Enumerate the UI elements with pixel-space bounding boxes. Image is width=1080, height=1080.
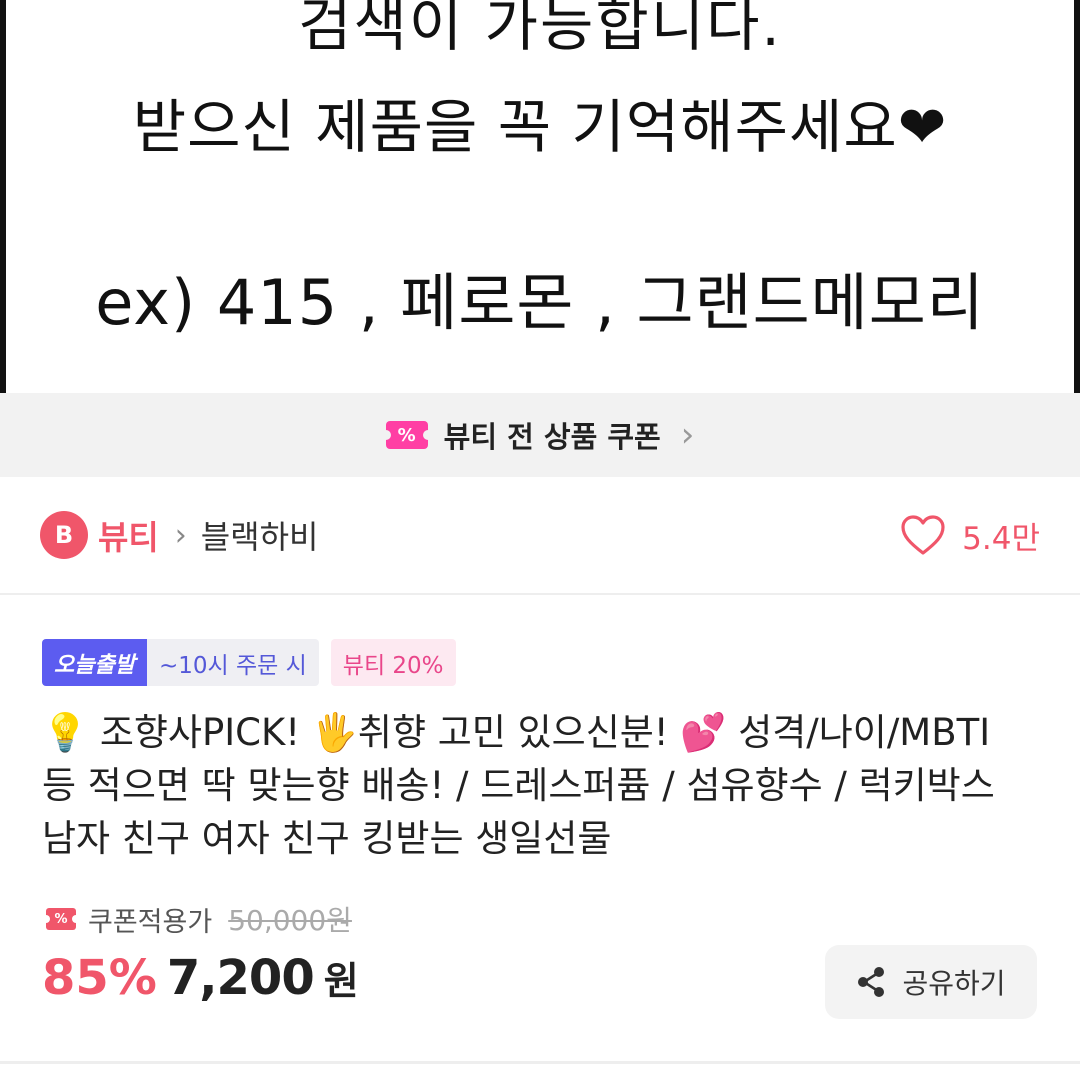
coupon-ticket-icon: % — [380, 421, 433, 449]
price-row: 85% 7,200 원 — [42, 950, 359, 1006]
like-button[interactable]: 5.4만 — [900, 513, 1040, 558]
product-image[interactable]: 검색이 가능합니다. 받으신 제품을 꼭 기억해주세요❤ ex) 415 , 페… — [0, 0, 1080, 393]
heart-icon — [901, 515, 945, 555]
share-icon — [858, 967, 885, 997]
image-text-line-2: 받으신 제품을 꼭 기억해주세요❤ — [132, 93, 948, 161]
product-title-line-3: 남자 친구 여자 친구 킹받는 생일선물 — [42, 817, 612, 860]
category-row: B 뷰티 › 블랙하비 5.4만 — [0, 477, 1080, 595]
shipping-tag: 오늘출발 ~10시 주문 시 — [42, 639, 319, 686]
order-cutoff-badge: ~10시 주문 시 — [146, 639, 319, 686]
final-price: 7,200 — [166, 950, 315, 1006]
coupon-banner-label: 뷰티 전 상품 쿠폰 — [443, 420, 661, 454]
discount-rate: 85% — [42, 950, 157, 1006]
share-button-label: 공유하기 — [902, 967, 1006, 1000]
section-divider — [0, 1061, 1080, 1064]
chevron-right-icon: › — [680, 415, 695, 455]
product-tags: 오늘출발 ~10시 주문 시 뷰티 20% — [42, 639, 456, 686]
image-text-line-3: ex) 415 , 페로몬 , 그랜드메모리 — [95, 266, 985, 339]
coupon-price-label: 쿠폰적용가 — [88, 906, 213, 938]
product-title: 💡 조향사PICK! 🖐취향 고민 있으신분! 💕 성격/나이/MBTI 등 적… — [42, 706, 1042, 865]
image-text-line-1: 검색이 가능합니다. — [298, 0, 782, 59]
product-title-line-1: 💡 조향사PICK! 🖐취향 고민 있으신분! 💕 성격/나이/MBTI — [42, 711, 991, 754]
like-count: 5.4만 — [962, 520, 1040, 557]
category-badge-icon: B — [40, 511, 88, 559]
coupon-banner[interactable]: % 뷰티 전 상품 쿠폰 › — [0, 393, 1080, 477]
original-price: 50,000원 — [228, 904, 352, 937]
category-sub-link[interactable]: 블랙하비 — [201, 512, 319, 558]
coupon-price-row: % 쿠폰적용가 50,000원 — [42, 899, 352, 939]
currency-label: 원 — [323, 959, 359, 1003]
today-shipping-badge: 오늘출발 — [42, 639, 147, 686]
breadcrumb-separator-icon: › — [174, 517, 187, 553]
share-button[interactable]: 공유하기 — [825, 945, 1037, 1019]
beauty-discount-badge: 뷰티 20% — [330, 639, 456, 686]
coupon-small-icon: % — [42, 908, 80, 930]
product-title-line-2: 등 적으면 딱 맞는향 배송! / 드레스퍼퓸 / 섬유향수 / 럭키박스 — [42, 764, 995, 807]
category-main-link[interactable]: 뷰티 — [98, 511, 159, 559]
